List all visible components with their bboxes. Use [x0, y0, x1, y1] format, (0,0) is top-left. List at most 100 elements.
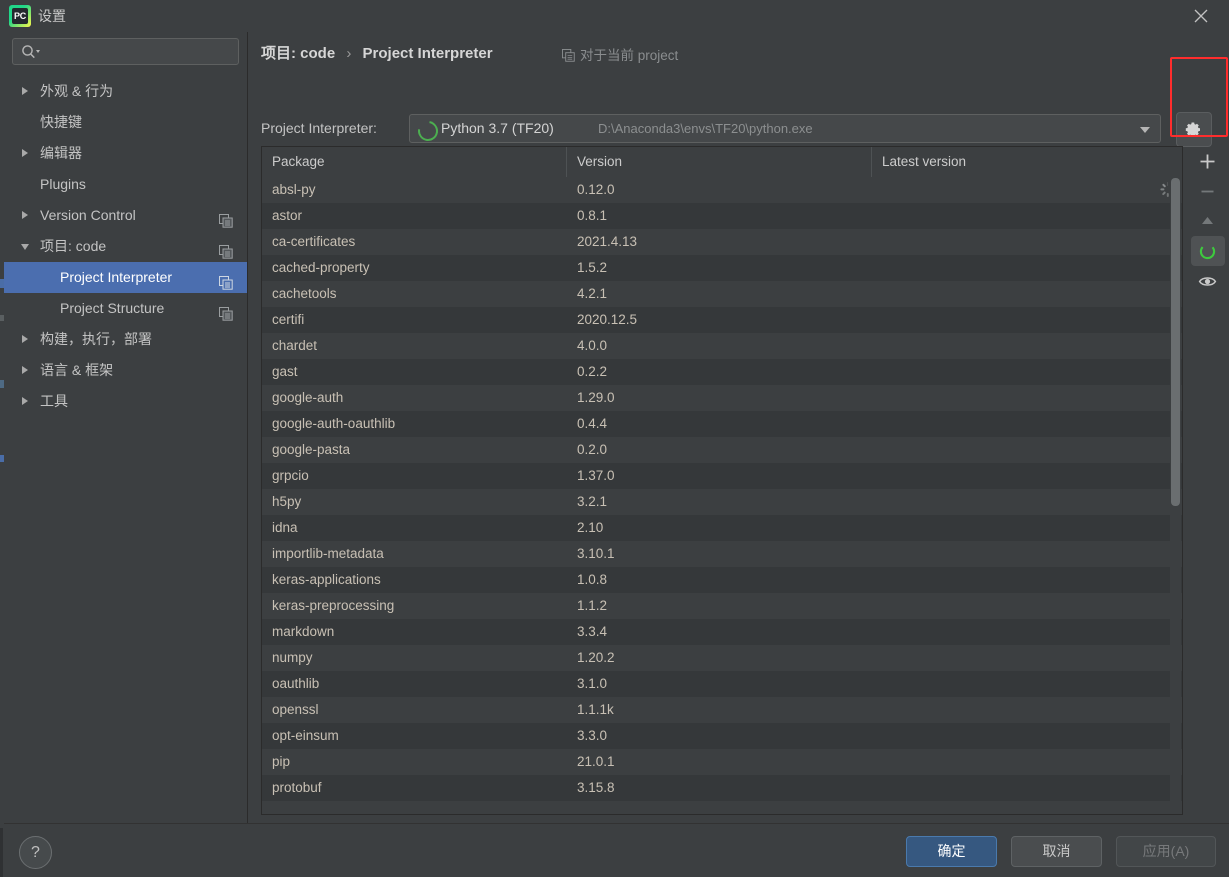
- plus-icon: [1200, 154, 1215, 169]
- pycharm-logo-icon: PC: [9, 5, 31, 27]
- show-early-releases-button[interactable]: [1191, 266, 1225, 296]
- dialog-footer: ? 确定 取消 应用(A): [4, 823, 1229, 877]
- cell-package: openssl: [272, 702, 319, 717]
- cell-package: google-pasta: [272, 442, 351, 457]
- search-icon: [21, 44, 41, 60]
- table-row[interactable]: google-pasta 0.2.0: [262, 437, 1182, 463]
- cell-package: h5py: [272, 494, 302, 509]
- cell-version: 1.5.2: [577, 260, 608, 275]
- breadcrumb-root[interactable]: 项目: code: [261, 45, 335, 62]
- table-row[interactable]: grpcio 1.37.0: [262, 463, 1182, 489]
- sidebar-item-label: 外观 & 行为: [40, 83, 114, 99]
- chevron-right-icon: [22, 366, 28, 374]
- settings-sidebar: 外观 & 行为 快捷键 编辑器 Plugins Version Control: [4, 32, 248, 823]
- table-row[interactable]: protobuf 3.15.8: [262, 775, 1182, 801]
- interpreter-path: D:\Anaconda3\envs\TF20\python.exe: [598, 121, 813, 136]
- sidebar-item-editor[interactable]: 编辑器: [4, 138, 247, 169]
- sidebar-item-version-control[interactable]: Version Control: [4, 200, 247, 231]
- table-row[interactable]: chardet 4.0.0: [262, 333, 1182, 359]
- table-row[interactable]: cached-property 1.5.2: [262, 255, 1182, 281]
- table-row[interactable]: openssl 1.1.1k: [262, 697, 1182, 723]
- eye-icon: [1198, 277, 1217, 286]
- cell-package: keras-preprocessing: [272, 598, 395, 613]
- table-row[interactable]: certifi 2020.12.5: [262, 307, 1182, 333]
- sidebar-item-plugins[interactable]: Plugins: [4, 169, 247, 200]
- cell-version: 0.8.1: [577, 208, 608, 223]
- sidebar-item-keymap[interactable]: 快捷键: [4, 107, 247, 138]
- table-row[interactable]: google-auth 1.29.0: [262, 385, 1182, 411]
- upgrade-package-button[interactable]: [1191, 206, 1225, 236]
- ok-button[interactable]: 确定: [906, 836, 997, 867]
- cancel-button[interactable]: 取消: [1011, 836, 1102, 867]
- cell-version: 21.0.1: [577, 754, 615, 769]
- search-input[interactable]: [45, 39, 234, 66]
- sidebar-item-build-execution-deployment[interactable]: 构建，执行，部署: [4, 324, 247, 355]
- breadcrumb: 项目: code › Project Interpreter: [261, 42, 493, 63]
- project-scope-icon: [562, 49, 575, 65]
- table-row[interactable]: opt-einsum 3.3.0: [262, 723, 1182, 749]
- table-row[interactable]: pip 21.0.1: [262, 749, 1182, 775]
- apply-button[interactable]: 应用(A): [1116, 836, 1216, 867]
- sidebar-item-project-structure[interactable]: Project Structure: [4, 293, 247, 324]
- table-row[interactable]: keras-preprocessing 1.1.2: [262, 593, 1182, 619]
- table-row[interactable]: importlib-metadata 3.10.1: [262, 541, 1182, 567]
- remove-package-button[interactable]: [1191, 176, 1225, 206]
- cell-version: 2021.4.13: [577, 234, 638, 249]
- table-row[interactable]: markdown 3.3.4: [262, 619, 1182, 645]
- cell-package: oauthlib: [272, 676, 320, 691]
- help-button[interactable]: ?: [19, 836, 52, 869]
- table-scrollbar-thumb[interactable]: [1171, 178, 1180, 506]
- python-env-icon: [414, 117, 442, 145]
- sidebar-item-project-code[interactable]: 项目: code: [4, 231, 247, 262]
- chevron-down-icon: [1140, 127, 1150, 133]
- title-bar: PC 设置: [0, 0, 1229, 32]
- column-header-latest-version[interactable]: Latest version: [872, 147, 1182, 177]
- table-scrollbar[interactable]: [1170, 178, 1181, 812]
- close-icon[interactable]: [1179, 0, 1223, 32]
- cell-version: 1.0.8: [577, 572, 608, 587]
- add-package-button[interactable]: [1191, 146, 1225, 176]
- cell-version: 3.1.0: [577, 676, 608, 691]
- cell-version: 0.12.0: [577, 182, 615, 197]
- for-current-project-note: 对于当前 project: [562, 44, 678, 65]
- table-row[interactable]: keras-applications 1.0.8: [262, 567, 1182, 593]
- cell-version: 1.20.2: [577, 650, 615, 665]
- sidebar-item-label: 编辑器: [40, 145, 82, 161]
- table-row[interactable]: ca-certificates 2021.4.13: [262, 229, 1182, 255]
- column-header-package[interactable]: Package: [262, 147, 567, 177]
- window-title: 设置: [38, 8, 66, 24]
- cell-package: chardet: [272, 338, 318, 353]
- cell-version: 3.10.1: [577, 546, 615, 561]
- table-row[interactable]: gast 0.2.2: [262, 359, 1182, 385]
- breadcrumb-leaf: Project Interpreter: [362, 45, 493, 62]
- cell-package: google-auth-oauthlib: [272, 416, 396, 431]
- settings-tree: 外观 & 行为 快捷键 编辑器 Plugins Version Control: [4, 76, 247, 417]
- cell-package: certifi: [272, 312, 305, 327]
- interpreter-name: Python 3.7 (TF20): [441, 120, 554, 136]
- cell-package: idna: [272, 520, 298, 535]
- cell-package: gast: [272, 364, 298, 379]
- package-toolbar: [1188, 146, 1228, 346]
- table-row[interactable]: absl-py 0.12.0: [262, 177, 1182, 203]
- table-row[interactable]: numpy 1.20.2: [262, 645, 1182, 671]
- table-row[interactable]: cachetools 4.2.1: [262, 281, 1182, 307]
- packages-table: Package Version Latest version absl-py 0.…: [261, 146, 1183, 815]
- cell-package: keras-applications: [272, 572, 381, 587]
- sidebar-item-languages-frameworks[interactable]: 语言 & 框架: [4, 355, 247, 386]
- table-row[interactable]: h5py 3.2.1: [262, 489, 1182, 515]
- sidebar-item-label: 语言 & 框架: [40, 362, 114, 378]
- sidebar-item-project-interpreter[interactable]: Project Interpreter: [4, 262, 247, 293]
- interpreter-settings-button[interactable]: [1176, 112, 1212, 147]
- interpreter-select[interactable]: Python 3.7 (TF20) D:\Anaconda3\envs\TF20…: [409, 114, 1161, 145]
- table-row[interactable]: astor 0.8.1: [262, 203, 1182, 229]
- column-header-version[interactable]: Version: [567, 147, 872, 177]
- chevron-right-icon: [22, 149, 28, 157]
- sidebar-item-tools[interactable]: 工具: [4, 386, 247, 417]
- search-box[interactable]: [12, 38, 239, 66]
- table-row[interactable]: oauthlib 3.1.0: [262, 671, 1182, 697]
- table-row[interactable]: google-auth-oauthlib 0.4.4: [262, 411, 1182, 437]
- cell-version: 3.15.8: [577, 780, 615, 795]
- sidebar-item-label: Version Control: [40, 207, 136, 223]
- sidebar-item-appearance-behavior[interactable]: 外观 & 行为: [4, 76, 247, 107]
- table-row[interactable]: idna 2.10: [262, 515, 1182, 541]
